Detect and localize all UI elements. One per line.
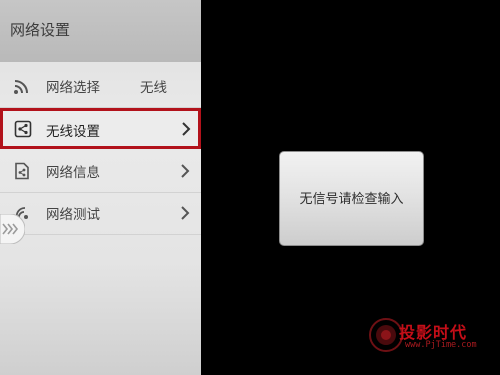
wifi-signal-icon [14, 80, 28, 94]
watermark-url: www.PjTime.com [405, 340, 477, 350]
settings-sidebar: 网络设置 网络选择 无线 无线设置 网络信息 网络测试 [0, 0, 201, 375]
chevron-right-icon [181, 164, 190, 178]
no-signal-dialog: 无信号请检查输入 [279, 151, 424, 246]
menu-item-network-select[interactable]: 网络选择 无线 [0, 65, 201, 108]
no-signal-message: 无信号请检查输入 [299, 192, 404, 207]
menu-item-label: 网络测试 [46, 207, 100, 223]
menu-item-wireless-settings[interactable]: 无线设置 [0, 108, 201, 149]
menu-item-network-test[interactable]: 网络测试 [0, 192, 201, 235]
menu-item-network-info[interactable]: 网络信息 [0, 150, 201, 193]
sidebar-title: 网络设置 [10, 21, 71, 39]
sidebar-header: 网络设置 [0, 0, 201, 62]
menu-item-value: 无线 [140, 80, 167, 96]
network-info-icon [15, 162, 29, 180]
chevron-right-icon [181, 206, 190, 220]
menu-item-label: 无线设置 [46, 124, 100, 140]
expand-handle-icon[interactable] [0, 214, 25, 244]
menu-item-label: 网络信息 [46, 165, 100, 181]
wireless-settings-icon [14, 120, 32, 138]
menu-item-label: 网络选择 [46, 80, 100, 96]
chevron-right-icon [182, 122, 191, 136]
